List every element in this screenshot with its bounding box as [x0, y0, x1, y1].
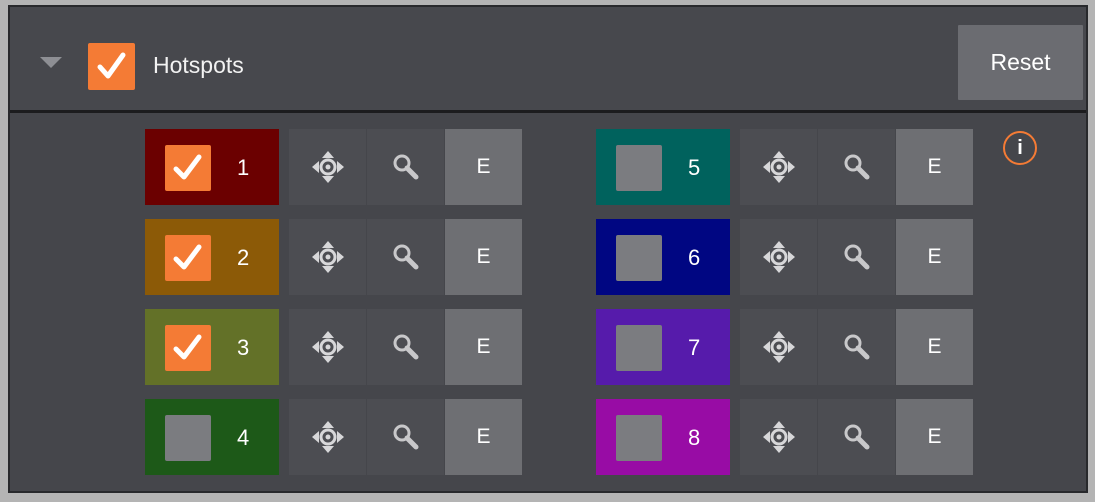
- hotspot-5-swatch[interactable]: 5: [596, 129, 730, 205]
- move-arrows-icon: [762, 151, 795, 183]
- hotspot-2-edit-button[interactable]: E: [445, 219, 522, 295]
- hotspot-6-zoom-button[interactable]: [818, 219, 895, 295]
- hotspot-7-move-button[interactable]: [740, 309, 817, 385]
- hotspot-5-checkbox[interactable]: [616, 145, 662, 191]
- hotspot-number: 7: [688, 335, 701, 360]
- triangle-down-icon[interactable]: [40, 57, 62, 68]
- hotspot-4-swatch[interactable]: 4: [145, 399, 279, 475]
- hotspot-1-checkbox[interactable]: [165, 145, 211, 191]
- move-arrows-icon: [311, 151, 344, 183]
- hotspot-2-checkbox[interactable]: [165, 235, 211, 281]
- move-arrows-icon: [311, 241, 344, 273]
- hotspot-8-zoom-button[interactable]: [818, 399, 895, 475]
- move-arrows-icon: [762, 421, 795, 453]
- move-arrows-icon: [762, 241, 795, 273]
- hotspot-7-swatch[interactable]: 7: [596, 309, 730, 385]
- hotspot-3-zoom-button[interactable]: [367, 309, 444, 385]
- hotspot-4-zoom-button[interactable]: [367, 399, 444, 475]
- hotspot-1-move-button[interactable]: [289, 129, 366, 205]
- hotspot-5-move-button[interactable]: [740, 129, 817, 205]
- hotspot-1-zoom-button[interactable]: [367, 129, 444, 205]
- hotspot-6-move-button[interactable]: [740, 219, 817, 295]
- checkmark-icon: [173, 334, 202, 360]
- hotspot-2-zoom-button[interactable]: [367, 219, 444, 295]
- move-arrows-icon: [311, 421, 344, 453]
- hotspot-row: 1E: [145, 129, 523, 205]
- hotspot-row: 2E: [145, 219, 523, 295]
- magnifier-icon: [844, 244, 869, 270]
- hotspot-number: 5: [688, 155, 701, 180]
- hotspot-number: 1: [237, 155, 250, 180]
- hotspot-3-edit-button[interactable]: E: [445, 309, 522, 385]
- hotspots-enable-checkbox[interactable]: [88, 43, 135, 90]
- hotspot-8-edit-button[interactable]: E: [896, 399, 973, 475]
- magnifier-icon: [844, 154, 869, 180]
- hotspot-7-edit-button[interactable]: E: [896, 309, 973, 385]
- hotspot-8-checkbox[interactable]: [616, 415, 662, 461]
- checkmark-icon: [173, 244, 202, 270]
- magnifier-icon: [393, 334, 418, 360]
- panel-title: Hotspots: [153, 52, 244, 78]
- hotspot-number: 3: [237, 335, 250, 360]
- hotspot-7-zoom-button[interactable]: [818, 309, 895, 385]
- hotspot-row: 6E: [596, 219, 974, 295]
- hotspot-row: 7E: [596, 309, 974, 385]
- hotspot-3-swatch[interactable]: 3: [145, 309, 279, 385]
- checkmark-icon: [173, 154, 202, 180]
- magnifier-icon: [393, 244, 418, 270]
- hotspot-number: 8: [688, 425, 701, 450]
- hotspot-2-swatch[interactable]: 2: [145, 219, 279, 295]
- hotspot-4-checkbox[interactable]: [165, 415, 211, 461]
- hotspot-row: 5E: [596, 129, 974, 205]
- hotspot-number: 2: [237, 245, 250, 270]
- hotspot-6-checkbox[interactable]: [616, 235, 662, 281]
- hotspot-number: 6: [688, 245, 701, 270]
- hotspot-5-edit-button[interactable]: E: [896, 129, 973, 205]
- hotspot-6-edit-button[interactable]: E: [896, 219, 973, 295]
- hotspot-2-move-button[interactable]: [289, 219, 366, 295]
- info-icon[interactable]: i: [1003, 131, 1037, 165]
- hotspots-panel: Hotspots Reset i 1E2E3E4E5E6E7E8E: [8, 5, 1088, 493]
- hotspot-row: 4E: [145, 399, 523, 475]
- hotspot-8-swatch[interactable]: 8: [596, 399, 730, 475]
- checkmark-icon: [97, 52, 126, 79]
- hotspot-row: 3E: [145, 309, 523, 385]
- hotspot-8-move-button[interactable]: [740, 399, 817, 475]
- hotspot-3-move-button[interactable]: [289, 309, 366, 385]
- header-divider: [10, 110, 1086, 113]
- panel-header: Hotspots Reset: [10, 7, 1086, 111]
- hotspot-6-swatch[interactable]: 6: [596, 219, 730, 295]
- hotspot-4-edit-button[interactable]: E: [445, 399, 522, 475]
- hotspot-row: 8E: [596, 399, 974, 475]
- hotspot-4-move-button[interactable]: [289, 399, 366, 475]
- move-arrows-icon: [311, 331, 344, 363]
- hotspot-7-checkbox[interactable]: [616, 325, 662, 371]
- magnifier-icon: [393, 424, 418, 450]
- move-arrows-icon: [762, 331, 795, 363]
- hotspot-1-edit-button[interactable]: E: [445, 129, 522, 205]
- hotspot-3-checkbox[interactable]: [165, 325, 211, 371]
- hotspot-1-swatch[interactable]: 1: [145, 129, 279, 205]
- reset-button[interactable]: Reset: [958, 25, 1083, 100]
- magnifier-icon: [844, 334, 869, 360]
- magnifier-icon: [844, 424, 869, 450]
- hotspot-number: 4: [237, 425, 250, 450]
- hotspot-5-zoom-button[interactable]: [818, 129, 895, 205]
- magnifier-icon: [393, 154, 418, 180]
